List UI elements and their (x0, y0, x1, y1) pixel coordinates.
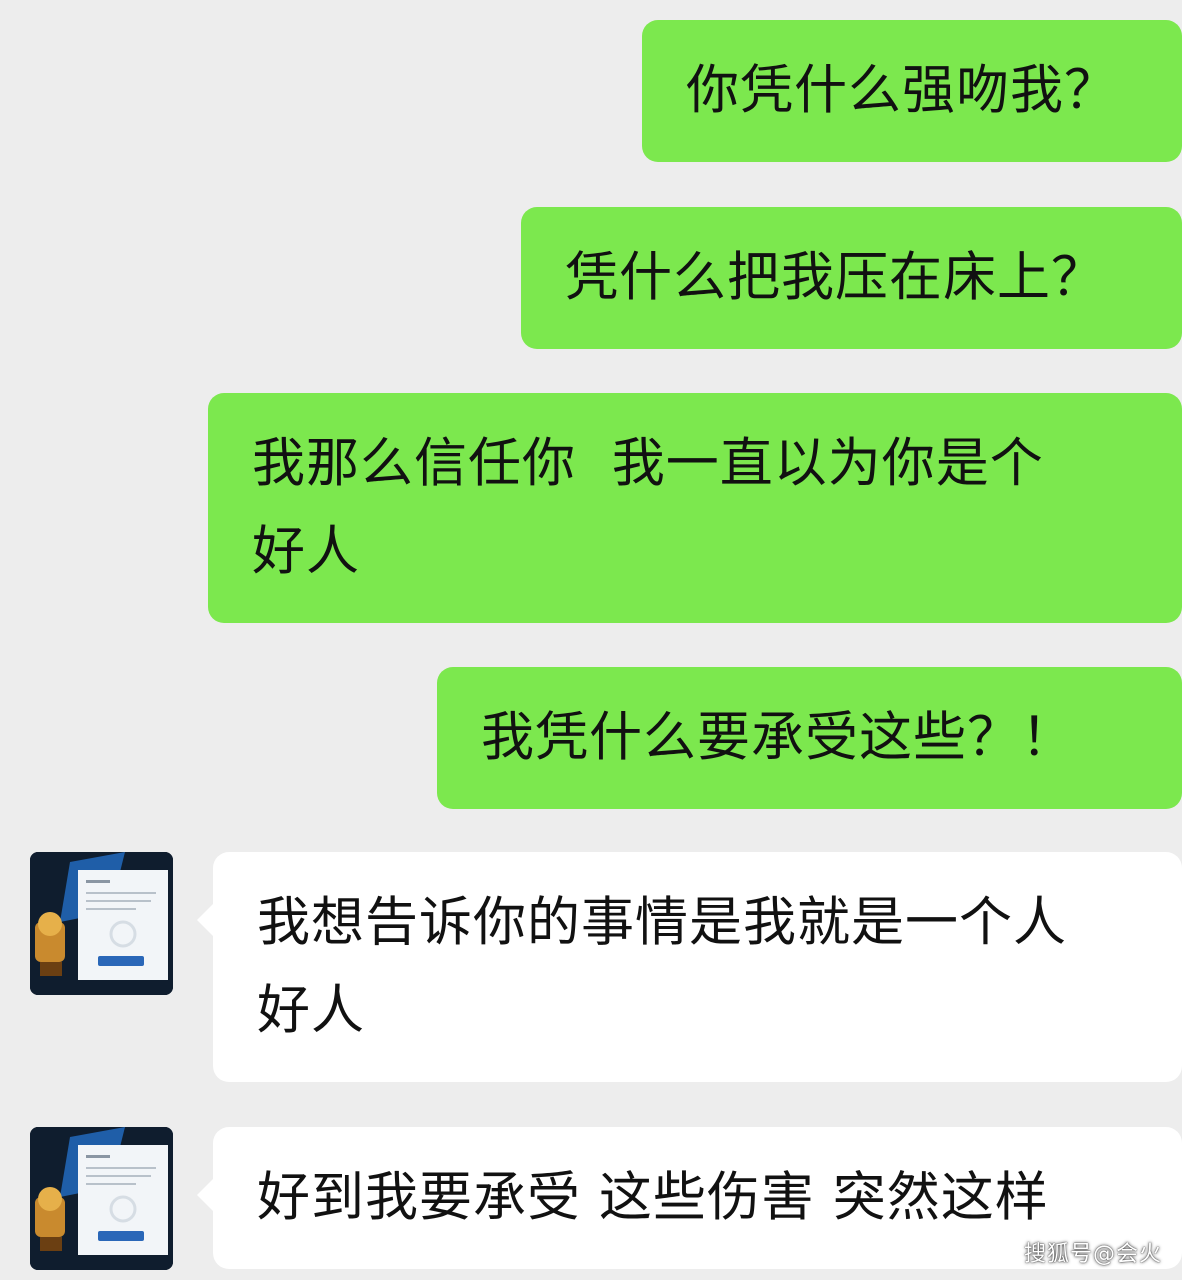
watermark-text: 搜狐号@会火 (1023, 1242, 1162, 1267)
avatar-certificate-trophy-image (30, 852, 173, 995)
message-bubble-sent[interactable]: 我凭什么要承受这些？！ (437, 667, 1182, 809)
message-bubble-sent[interactable]: 你凭什么强吻我？ (642, 20, 1182, 162)
avatar[interactable] (30, 852, 173, 995)
avatar-certificate-trophy-image (30, 1127, 173, 1270)
avatar[interactable] (30, 1127, 173, 1270)
message-bubble-sent[interactable]: 凭什么把我压在床上？ (521, 207, 1182, 349)
message-bubble-received[interactable]: 我想告诉你的事情是我就是一个人 好人 (197, 852, 1182, 1082)
message-bubble-sent[interactable]: 我那么信任你 我一直以为你是个 好人 (208, 393, 1182, 623)
